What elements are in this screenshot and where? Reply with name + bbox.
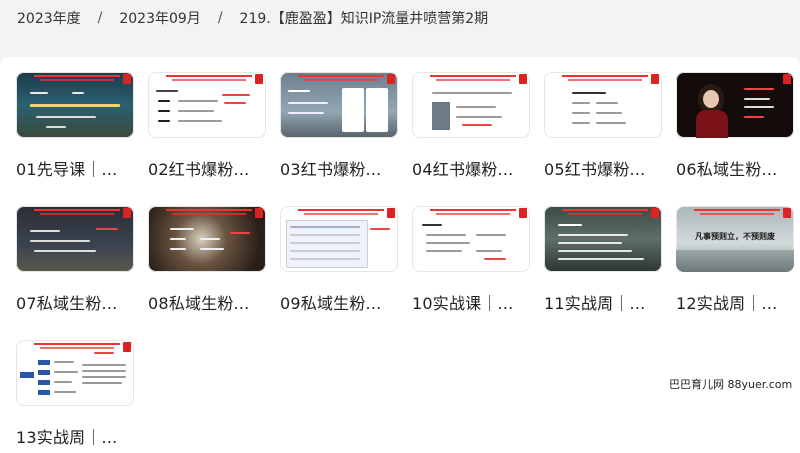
lesson-card-10[interactable]: 10实战课｜... — [412, 206, 530, 314]
lesson-thumbnail: 凡事预则立，不预则废 — [676, 206, 794, 272]
lesson-title: 11实战周｜... — [544, 294, 646, 313]
lesson-card-06[interactable]: 06私域生粉... — [676, 72, 794, 180]
lesson-title: 10实战课｜... — [412, 294, 514, 313]
lesson-title: 04红书爆粉... — [412, 160, 514, 179]
lesson-title: 08私域生粉... — [148, 294, 250, 313]
lesson-thumbnail — [544, 206, 662, 272]
lesson-title: 03红书爆粉... — [280, 160, 382, 179]
lesson-thumbnail — [544, 72, 662, 138]
lesson-thumbnail — [148, 206, 266, 272]
lesson-title: 05红书爆粉... — [544, 160, 646, 179]
lesson-card-01[interactable]: 01先导课｜... — [16, 72, 134, 180]
lesson-card-08[interactable]: 08私域生粉... — [148, 206, 266, 314]
breadcrumb: 2023年度 / 2023年09月 / 219.【鹿盈盈】知识IP流量井喷营第2… — [17, 8, 488, 28]
lesson-thumbnail — [280, 206, 398, 272]
breadcrumb-separator: / — [217, 10, 223, 26]
lesson-thumbnail — [280, 72, 398, 138]
lesson-card-13[interactable]: 13实战周｜... — [16, 340, 134, 448]
lesson-title: 06私域生粉... — [676, 160, 778, 179]
site-watermark: 巴巴育儿网 88yuer.com — [669, 378, 793, 391]
lesson-title: 07私域生粉... — [16, 294, 118, 313]
breadcrumb-course[interactable]: 219.【鹿盈盈】知识IP流量井喷营第2期 — [240, 8, 489, 28]
lesson-card-02[interactable]: 02红书爆粉... — [148, 72, 266, 180]
lesson-thumbnail — [412, 206, 530, 272]
lesson-thumbnail — [148, 72, 266, 138]
breadcrumb-month[interactable]: 2023年09月 — [119, 8, 200, 28]
breadcrumb-separator: / — [97, 10, 103, 26]
lesson-card-03[interactable]: 03红书爆粉... — [280, 72, 398, 180]
thumbnail-caption: 凡事预则立，不预则废 — [695, 232, 775, 241]
lesson-thumbnail — [676, 72, 794, 138]
lesson-title: 09私域生粉... — [280, 294, 382, 313]
lesson-title: 01先导课｜... — [16, 160, 118, 179]
lesson-title: 13实战周｜... — [16, 428, 118, 447]
lesson-card-11[interactable]: 11实战周｜... — [544, 206, 662, 314]
lesson-grid: 01先导课｜... 02红书爆粉... 03红书爆粉... 04红书爆粉... … — [0, 57, 800, 453]
breadcrumb-year[interactable]: 2023年度 — [17, 8, 81, 28]
lesson-thumbnail — [16, 340, 134, 406]
lesson-card-04[interactable]: 04红书爆粉... — [412, 72, 530, 180]
lesson-card-05[interactable]: 05红书爆粉... — [544, 72, 662, 180]
lesson-card-07[interactable]: 07私域生粉... — [16, 206, 134, 314]
lesson-title: 12实战周｜... — [676, 294, 778, 313]
lesson-thumbnail — [16, 72, 134, 138]
lesson-thumbnail — [412, 72, 530, 138]
lesson-title: 02红书爆粉... — [148, 160, 250, 179]
lesson-card-12[interactable]: 凡事预则立，不预则废 12实战周｜... — [676, 206, 794, 314]
lesson-card-09[interactable]: 09私域生粉... — [280, 206, 398, 314]
lesson-thumbnail — [16, 206, 134, 272]
